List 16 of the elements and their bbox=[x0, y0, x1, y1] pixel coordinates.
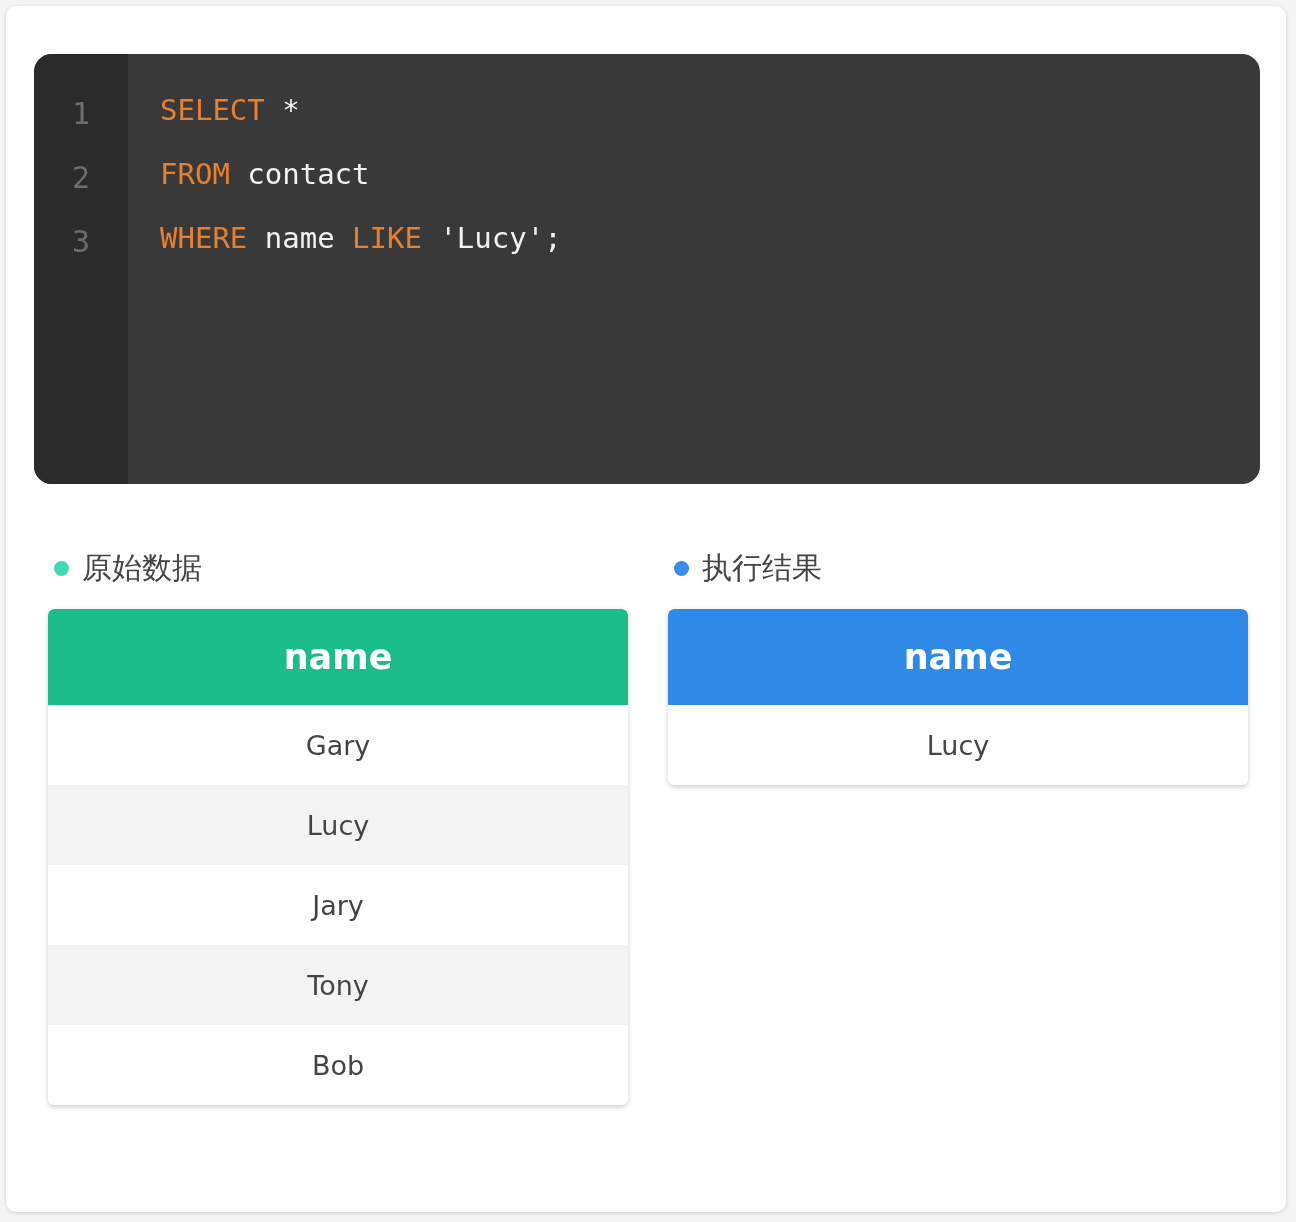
code-line: FROM contact bbox=[160, 156, 371, 193]
section-title: 原始数据 bbox=[82, 548, 202, 587]
line-number: 3 bbox=[70, 223, 92, 261]
section-title: 执行结果 bbox=[702, 548, 822, 587]
column-header: name bbox=[903, 637, 1013, 677]
code-line: SELECT * bbox=[160, 92, 301, 129]
table-cell: Tony bbox=[307, 969, 369, 1001]
table-cell: Jary bbox=[312, 889, 364, 921]
table-cell: Gary bbox=[305, 729, 371, 761]
table-cell: Lucy bbox=[306, 809, 370, 841]
code-line: WHERE name LIKE 'Lucy'; bbox=[160, 220, 562, 257]
line-number: 1 bbox=[70, 95, 92, 133]
table-cell: Bob bbox=[311, 1049, 365, 1081]
table-cell: Lucy bbox=[926, 729, 990, 761]
column-header: name bbox=[283, 637, 393, 677]
line-number: 2 bbox=[70, 159, 92, 197]
